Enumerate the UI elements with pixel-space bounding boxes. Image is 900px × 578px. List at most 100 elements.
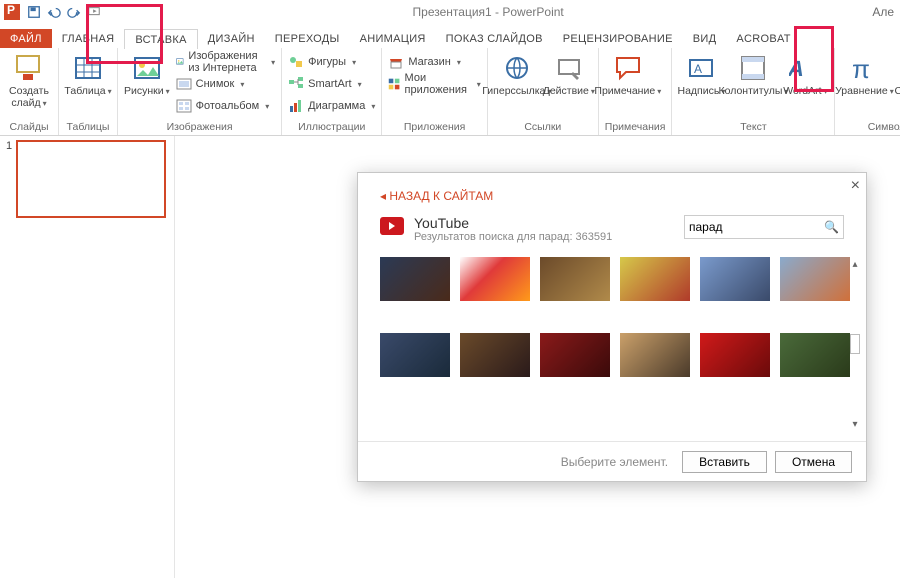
table-button[interactable]: Таблица▾ bbox=[65, 50, 111, 98]
headerfooter-button[interactable]: Колонтитулы▾ bbox=[730, 50, 776, 98]
ribbon-group-label: Таблицы bbox=[65, 121, 111, 135]
store-button[interactable]: Магазин ▾ bbox=[388, 52, 480, 72]
video-thumb[interactable] bbox=[780, 333, 850, 377]
smartart-icon bbox=[288, 76, 304, 92]
tab-file[interactable]: ФАЙЛ bbox=[0, 29, 52, 48]
smartart-button[interactable]: SmartArt▾ bbox=[288, 74, 375, 94]
dialog-scrollbar[interactable]: ▴ ▾ bbox=[848, 259, 862, 430]
online-pictures-label: Изображения из Интернета bbox=[188, 50, 265, 74]
ribbon-group-ссылки: Гиперссылка▾Действие▾ Ссылки bbox=[488, 48, 599, 135]
shapes-label: Фигуры bbox=[308, 56, 346, 68]
scroll-thumb[interactable] bbox=[850, 334, 860, 354]
equation-icon: π bbox=[848, 52, 880, 84]
dialog-source-name: YouTube bbox=[414, 215, 612, 231]
insert-button[interactable]: Вставить bbox=[682, 451, 767, 473]
chart-label: Диаграмма bbox=[308, 100, 365, 112]
video-thumb[interactable] bbox=[700, 257, 770, 301]
headerfooter-icon bbox=[737, 52, 769, 84]
tab-acrobat[interactable]: ACROBAT bbox=[726, 29, 800, 48]
chevron-down-icon: ▾ bbox=[457, 58, 461, 67]
scroll-up-icon[interactable]: ▴ bbox=[852, 259, 857, 270]
equation-button[interactable]: πУравнение▾ bbox=[841, 50, 887, 98]
chart-button[interactable]: Диаграмма ▾ bbox=[288, 96, 375, 116]
ribbon-group-таблицы: Таблица▾ Таблицы bbox=[59, 48, 118, 135]
wordart-button[interactable]: AWordArt▾ bbox=[782, 50, 828, 98]
tab-главная[interactable]: ГЛАВНАЯ bbox=[52, 29, 125, 48]
qat-startshow-button[interactable] bbox=[85, 3, 103, 21]
ribbon-group-label: Примечания bbox=[605, 121, 666, 135]
shapes-button[interactable]: Фигуры▾ bbox=[288, 52, 375, 72]
qat-undo-button[interactable] bbox=[45, 3, 63, 21]
new-slide-icon bbox=[13, 52, 45, 84]
comment-button[interactable]: Примечание▾ bbox=[605, 50, 651, 98]
dialog-back-link[interactable]: ◂ НАЗАД К САЙТАМ bbox=[380, 189, 493, 203]
photo-album-icon bbox=[176, 98, 192, 114]
ribbon-group-иллюстрации: Фигуры▾SmartArt▾Диаграмма▾Иллюстрации bbox=[282, 48, 382, 135]
svg-text:π: π bbox=[852, 54, 870, 84]
video-thumb[interactable] bbox=[780, 257, 850, 301]
tab-рецензирование[interactable]: РЕЦЕНЗИРОВАНИЕ bbox=[553, 29, 683, 48]
video-thumb[interactable] bbox=[540, 257, 610, 301]
youtube-icon bbox=[380, 217, 404, 235]
ribbon-group-label: Слайды bbox=[6, 121, 52, 135]
chevron-down-icon: ▾ bbox=[371, 102, 375, 111]
tab-анимация[interactable]: АНИМАЦИЯ bbox=[350, 29, 436, 48]
ribbon-group-изображения: Рисунки▾Изображения из Интернета▾Снимок▾… bbox=[118, 48, 282, 135]
screenshot-button[interactable]: Снимок▾ bbox=[176, 74, 276, 94]
action-icon bbox=[553, 52, 585, 84]
action-button[interactable]: Действие▾ bbox=[546, 50, 592, 98]
my-apps-icon bbox=[388, 76, 400, 92]
video-thumb[interactable] bbox=[620, 333, 690, 377]
dialog-search-input[interactable]: парад 🔍 bbox=[684, 215, 844, 239]
chevron-down-icon: ▾ bbox=[477, 80, 481, 89]
tab-вставка[interactable]: ВСТАВКА bbox=[124, 29, 197, 49]
app-icon bbox=[4, 4, 20, 20]
cancel-button[interactable]: Отмена bbox=[775, 451, 852, 473]
video-thumb[interactable] bbox=[620, 257, 690, 301]
pictures-button[interactable]: Рисунки▾ bbox=[124, 50, 170, 98]
my-apps-button[interactable]: Мои приложения ▾ bbox=[388, 74, 480, 94]
my-apps-label: Мои приложения bbox=[405, 72, 471, 96]
scroll-down-icon[interactable]: ▾ bbox=[852, 419, 857, 430]
comment-icon bbox=[612, 52, 644, 84]
photo-album-button[interactable]: Фотоальбом▾ bbox=[176, 96, 276, 116]
dialog-hint: Выберите элемент. bbox=[561, 455, 668, 469]
symbol-label: Символ▾ bbox=[894, 86, 900, 98]
tab-вид[interactable]: ВИД bbox=[683, 29, 727, 48]
shapes-icon bbox=[288, 54, 304, 70]
ribbon-group-label: Изображения bbox=[124, 121, 275, 135]
equation-label: Уравнение▾ bbox=[835, 86, 894, 98]
video-thumb[interactable] bbox=[380, 257, 450, 301]
new-slide-label: Создатьслайд▾ bbox=[9, 86, 49, 109]
tab-дизайн[interactable]: ДИЗАЙН bbox=[198, 29, 265, 48]
slide-thumbnail[interactable] bbox=[16, 140, 166, 218]
video-thumb[interactable] bbox=[700, 333, 770, 377]
title-bar: Презентация1 - PowerPoint Але bbox=[0, 0, 900, 24]
video-thumb[interactable] bbox=[460, 333, 530, 377]
video-thumb[interactable] bbox=[380, 333, 450, 377]
search-icon[interactable]: 🔍 bbox=[824, 220, 839, 234]
new-slide-button[interactable]: Создатьслайд▾ bbox=[6, 50, 52, 109]
dialog-close-button[interactable]: × bbox=[851, 177, 860, 195]
table-icon bbox=[72, 52, 104, 84]
slide-panel: 1 bbox=[0, 136, 175, 578]
hyperlink-button[interactable]: Гиперссылка▾ bbox=[494, 50, 540, 98]
video-thumb[interactable] bbox=[540, 333, 610, 377]
tab-показ слайдов[interactable]: ПОКАЗ СЛАЙДОВ bbox=[436, 29, 553, 48]
qat-redo-button[interactable] bbox=[65, 3, 83, 21]
insert-online-video-dialog: × ◂ НАЗАД К САЙТАМ YouTube Результатов п… bbox=[357, 172, 867, 482]
symbol-button[interactable]: ΩСимвол▾ bbox=[893, 50, 900, 98]
slide-number: 1 bbox=[6, 140, 12, 152]
ribbon-group-label: Ссылки bbox=[494, 121, 592, 135]
user-name: Але bbox=[872, 5, 894, 19]
store-label: Магазин bbox=[408, 56, 450, 68]
chevron-down-icon: ▾ bbox=[265, 102, 269, 111]
video-thumb[interactable] bbox=[460, 257, 530, 301]
tab-переходы[interactable]: ПЕРЕХОДЫ bbox=[265, 29, 350, 48]
ribbon-group-символы: πУравнение▾ΩСимвол▾Символы bbox=[835, 48, 900, 135]
online-pictures-button[interactable]: Изображения из Интернета▾ bbox=[176, 52, 276, 72]
window-title: Презентация1 - PowerPoint bbox=[104, 5, 872, 19]
action-label: Действие▾ bbox=[543, 86, 595, 98]
ribbon-group-label: Символы bbox=[841, 121, 900, 135]
qat-save-button[interactable] bbox=[25, 3, 43, 21]
